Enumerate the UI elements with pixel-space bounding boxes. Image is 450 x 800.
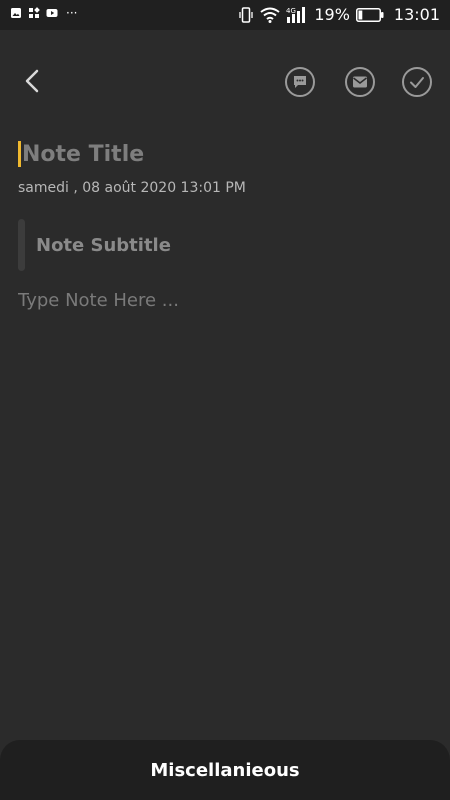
youtube-icon [46, 9, 58, 17]
vibrate-icon [239, 7, 253, 23]
chevron-left-icon [25, 69, 39, 93]
gallery-icon [11, 8, 21, 18]
status-bar: ··· 4G 19% 13:01 [0, 0, 450, 30]
text-cursor [18, 141, 21, 167]
more-notifications-indicator: ··· [66, 6, 78, 20]
status-time: 13:01 [393, 5, 440, 24]
signal-4g-icon: 4G [286, 7, 306, 23]
status-right: 4G 19% 13:01 [238, 5, 440, 25]
mail-button[interactable] [345, 67, 375, 97]
note-subtitle-input[interactable] [36, 230, 416, 260]
back-button[interactable] [18, 66, 46, 96]
comment-button[interactable] [285, 67, 315, 97]
comment-icon [294, 76, 306, 88]
wifi-icon [260, 7, 280, 23]
note-title-input[interactable] [22, 137, 422, 171]
network-type-label: 4G [286, 7, 296, 15]
note-editor-screen: ··· 4G 19% 13:01 Note Title samedi , 08 … [0, 0, 450, 800]
miscellaneous-bottom-sheet[interactable]: Miscellanieous [0, 740, 450, 800]
app-icon [29, 7, 40, 18]
note-date: samedi , 08 août 2020 13:01 PM [18, 180, 246, 196]
status-left: ··· [10, 7, 77, 19]
check-icon [410, 77, 424, 88]
mail-icon [353, 76, 367, 88]
battery-fill [358, 10, 363, 20]
bottom-sheet-label: Miscellanieous [150, 759, 300, 781]
subtitle-indicator-bar [18, 219, 25, 271]
note-body-input[interactable] [18, 290, 432, 690]
battery-percent: 19% [314, 5, 350, 24]
battery-icon [355, 8, 384, 22]
save-check-button[interactable] [402, 67, 432, 97]
